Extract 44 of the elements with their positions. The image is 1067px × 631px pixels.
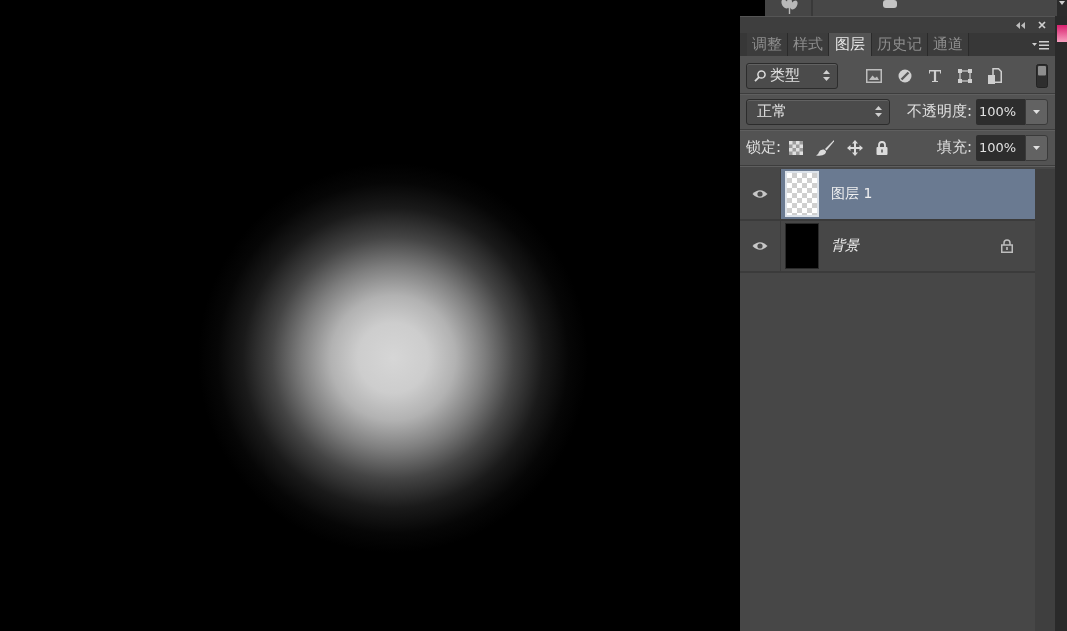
layer-name: 背景 (831, 237, 859, 255)
panel-tab[interactable]: 调整 (747, 33, 788, 56)
dropdown-button[interactable] (1025, 98, 1048, 125)
filter-dropdown[interactable]: 类型 (746, 62, 838, 89)
padlock-icon[interactable] (1001, 239, 1013, 253)
padlock-icon[interactable] (876, 140, 889, 155)
panel-menu-icon[interactable] (1032, 39, 1049, 50)
panel-tab[interactable]: 图层 (829, 33, 872, 56)
letter-t-icon[interactable] (928, 68, 942, 83)
image-icon[interactable] (866, 68, 882, 83)
brush-icon[interactable] (816, 139, 835, 156)
collapse-icon[interactable] (1016, 21, 1025, 29)
panel-tab[interactable]: 样式 (788, 33, 829, 56)
filter-toggle[interactable] (1036, 63, 1048, 88)
panel-tab[interactable]: 通道 (928, 33, 969, 56)
caret-icon (1033, 145, 1040, 150)
updown-arrows-icon (823, 70, 830, 81)
blend-mode-dropdown[interactable]: 正常 (746, 98, 890, 125)
lock-label: 锁定: (746, 138, 782, 157)
close-icon[interactable] (1038, 21, 1046, 29)
opacity-label: 不透明度: (906, 102, 972, 121)
leaf-icon[interactable] (765, 0, 813, 16)
checkerboard-icon[interactable] (789, 140, 804, 155)
document-icon[interactable] (988, 67, 1002, 84)
fill-field[interactable]: 100% (976, 134, 1025, 161)
caret-icon (1033, 109, 1040, 114)
updown-arrows-icon (875, 106, 882, 117)
panel-tab[interactable]: 历史记 (872, 33, 928, 56)
layer-item[interactable]: 图层 1 (781, 169, 1035, 219)
layer-thumbnail (785, 171, 819, 217)
slashed-circle-icon[interactable] (898, 68, 912, 83)
eye-icon[interactable] (752, 241, 768, 251)
bounding-box-icon[interactable] (958, 68, 972, 83)
color-swatch-icon[interactable] (1057, 25, 1067, 42)
layer-thumbnail (785, 223, 819, 269)
scrollbar-track[interactable] (1035, 169, 1055, 631)
slider-handle[interactable] (883, 0, 897, 8)
opacity-field[interactable]: 100% (976, 98, 1025, 125)
dropdown-button[interactable] (1025, 134, 1048, 161)
fill-label: 填充: (936, 138, 972, 157)
move-arrows-icon[interactable] (847, 139, 864, 156)
layer-name: 图层 1 (831, 185, 873, 203)
eye-icon[interactable] (752, 189, 768, 199)
search-icon (754, 69, 766, 82)
